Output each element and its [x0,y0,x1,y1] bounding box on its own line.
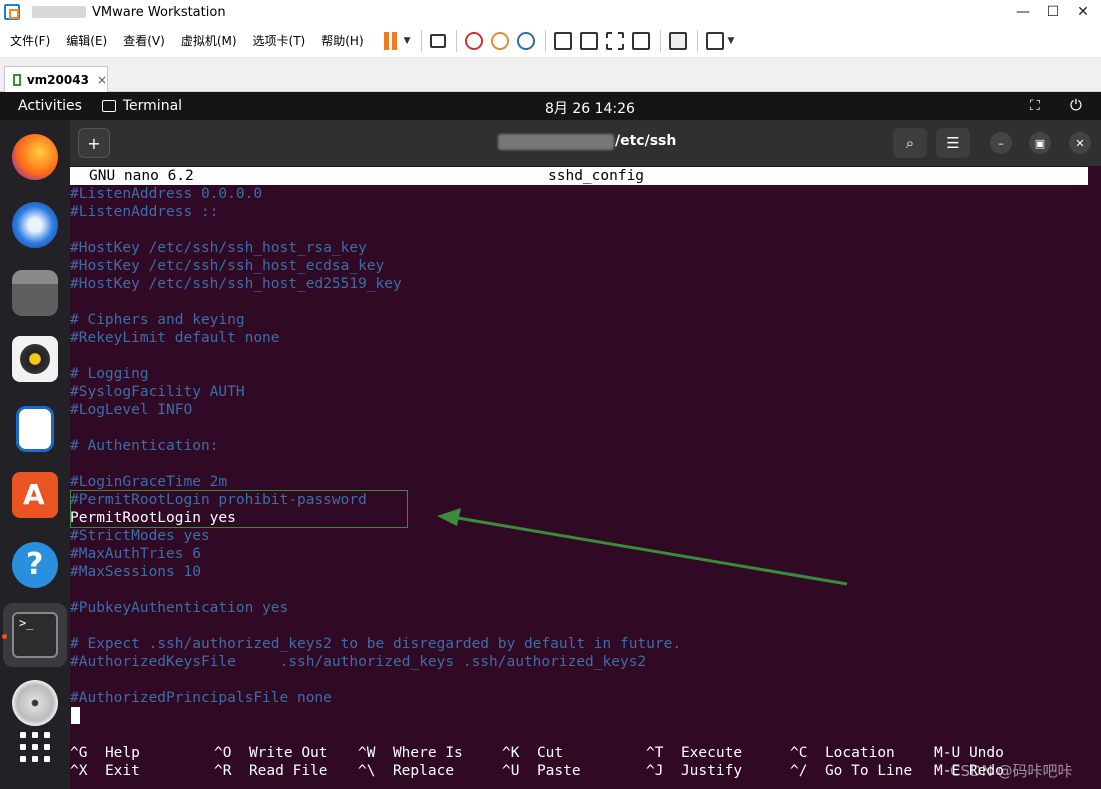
watermark: CSDN @码咔吧咔 [950,762,1073,780]
annotation-arrow-icon [437,508,848,586]
